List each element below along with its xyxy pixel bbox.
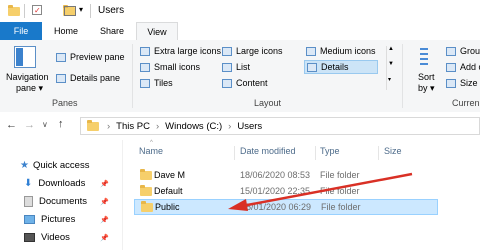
annotation-arrow: [228, 172, 413, 211]
